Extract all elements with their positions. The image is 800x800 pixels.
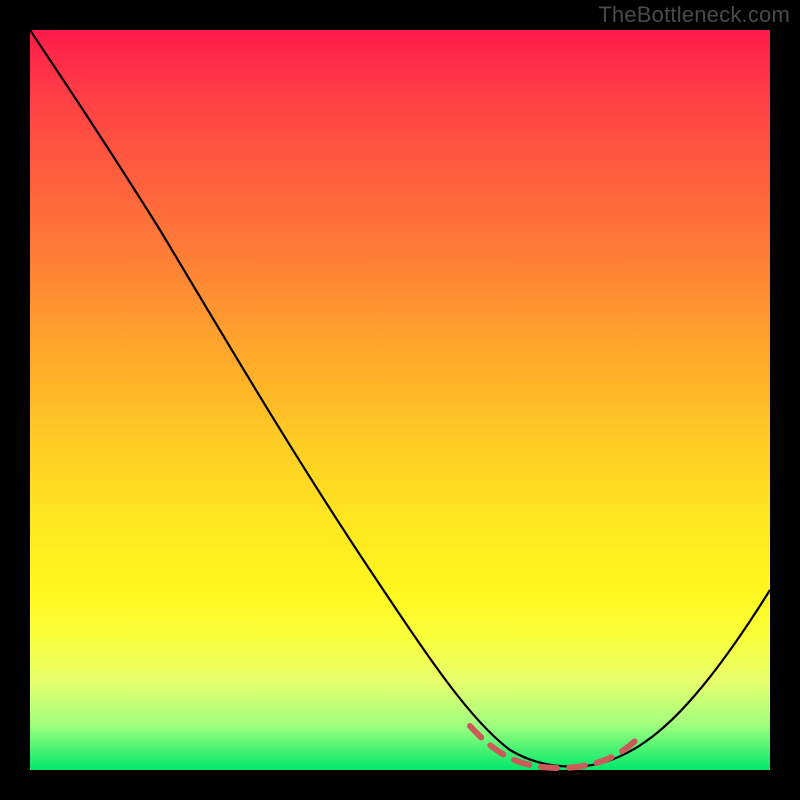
plot-area <box>30 30 770 770</box>
bottleneck-curve <box>30 30 770 767</box>
chart-frame: TheBottleneck.com <box>0 0 800 800</box>
optimal-range-highlight <box>470 726 638 768</box>
chart-svg <box>30 30 770 770</box>
attribution-label: TheBottleneck.com <box>598 2 790 28</box>
